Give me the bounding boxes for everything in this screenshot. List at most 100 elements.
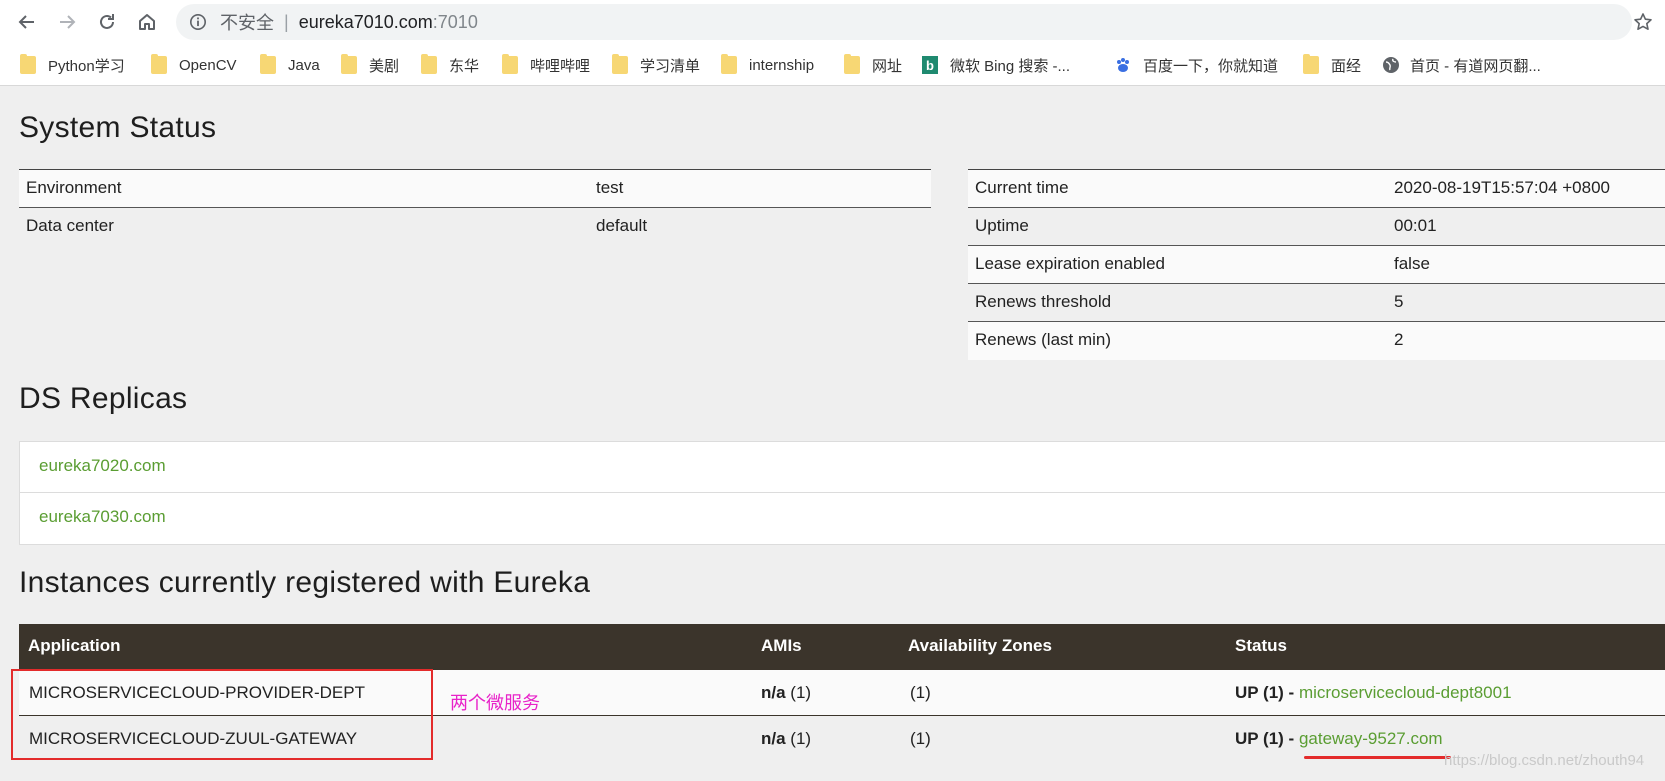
bookmark-star-button[interactable]: [1628, 7, 1658, 37]
system-status-right-table: Current time 2020-08-19T15:57:04 +0800 U…: [968, 169, 1665, 360]
bookmark-meiju[interactable]: 美剧: [341, 54, 399, 76]
home-button[interactable]: [132, 7, 162, 37]
amis-count: (1): [790, 729, 812, 748]
home-icon: [139, 14, 155, 30]
system-status-title: System Status: [19, 111, 217, 144]
bookmark-label: 百度一下，你就知道: [1143, 57, 1279, 75]
folder-icon: [1303, 54, 1319, 74]
row-key: Renews threshold: [975, 292, 1112, 311]
instance-link[interactable]: microservicecloud-dept8001: [1299, 683, 1512, 702]
table-row: Uptime 00:01: [968, 208, 1665, 246]
system-status-left-table: Environment test Data center default: [19, 169, 931, 246]
ds-replicas-title: DS Replicas: [19, 382, 188, 415]
watermark: https://blog.csdn.net/zhouth94: [1444, 752, 1645, 769]
bookmark-label: 学习清单: [640, 57, 701, 75]
star-icon: [1634, 13, 1652, 30]
folder-icon: [502, 54, 518, 74]
header-status: Status: [1235, 636, 1287, 655]
table-row: Current time 2020-08-19T15:57:04 +0800: [968, 170, 1665, 208]
row-value: 5: [1394, 292, 1404, 311]
amis-cell: n/a (1): [761, 729, 811, 749]
instance-link[interactable]: gateway-9527.com: [1299, 729, 1443, 748]
bookmark-donghua[interactable]: 东华: [421, 54, 479, 76]
folder-icon: [341, 54, 357, 74]
bookmark-bing[interactable]: b 微软 Bing 搜索 -...: [922, 54, 1070, 76]
bookmark-java[interactable]: Java: [260, 54, 320, 76]
folder-icon: [151, 54, 167, 74]
table-header: Application AMIs Availability Zones Stat…: [19, 624, 1665, 670]
bookmark-label: 美剧: [369, 57, 400, 75]
bookmark-label: Python学习: [48, 57, 125, 75]
row-key: Environment: [26, 178, 122, 197]
bookmark-baidu[interactable]: 百度一下，你就知道: [1115, 54, 1278, 76]
bookmark-label: 面经: [1331, 57, 1362, 75]
row-value: 2: [1394, 330, 1404, 349]
row-value: 2020-08-19T15:57:04 +0800: [1394, 178, 1610, 197]
row-key: Data center: [26, 216, 114, 235]
row-value: test: [596, 178, 624, 197]
reload-icon: [100, 14, 114, 29]
bookmark-label: 网址: [872, 57, 903, 75]
status-up: UP (1) -: [1235, 729, 1295, 748]
table-row: Environment test: [19, 170, 931, 208]
annotation-text: 两个微服务: [450, 693, 540, 713]
bookmark-youdao[interactable]: 首页 - 有道网页翻...: [1382, 54, 1541, 76]
bookmark-study-list[interactable]: 学习清单: [612, 54, 700, 76]
annotation-highlight-box: [11, 669, 433, 760]
header-amis: AMIs: [761, 636, 802, 655]
bookmark-label: Java: [288, 56, 320, 74]
back-button[interactable]: [12, 7, 42, 37]
baidu-paw-icon: [1115, 56, 1131, 74]
bookmark-label: internship: [749, 56, 815, 74]
row-key: Renews (last min): [975, 330, 1112, 349]
site-info-icon[interactable]: [188, 12, 208, 32]
row-value: default: [596, 216, 648, 235]
bookmark-bilibili[interactable]: 哔哩哔哩: [502, 54, 590, 76]
header-zones: Availability Zones: [908, 636, 1052, 655]
annotation-underline: [1304, 756, 1451, 759]
security-label: 不安全: [220, 13, 274, 33]
amis-value: n/a: [761, 683, 786, 702]
folder-icon: [20, 54, 36, 74]
row-value: false: [1394, 254, 1430, 273]
folder-icon: [612, 54, 628, 74]
bookmark-opencv[interactable]: OpenCV: [151, 54, 237, 76]
bookmark-internship[interactable]: internship: [721, 54, 814, 76]
address-bar[interactable]: 不安全 | eureka7010.com:7010: [176, 4, 1632, 40]
bookmark-label: 微软 Bing 搜索 -...: [950, 57, 1071, 75]
bookmark-label: 东华: [449, 57, 480, 75]
status-up: UP (1) -: [1235, 683, 1295, 702]
replica-link[interactable]: eureka7020.com: [39, 456, 166, 476]
folder-icon: [721, 54, 737, 74]
table-row: Renews threshold 5: [968, 284, 1665, 322]
folder-icon: [844, 54, 860, 74]
row-value: 00:01: [1394, 216, 1437, 235]
list-item: eureka7030.com: [20, 493, 1665, 544]
amis-value: n/a: [761, 729, 786, 748]
ds-replicas-list: eureka7020.com eureka7030.com: [19, 441, 1665, 545]
zones-cell: (1): [910, 729, 931, 748]
status-cell: UP (1) - gateway-9527.com: [1235, 729, 1443, 749]
bookmark-python[interactable]: Python学习: [20, 54, 125, 76]
address-separator: |: [284, 11, 289, 32]
address-port: :7010: [432, 11, 478, 32]
reload-button[interactable]: [92, 7, 122, 37]
table-row: Renews (last min) 2: [968, 322, 1665, 360]
replica-link[interactable]: eureka7030.com: [39, 507, 166, 527]
amis-count: (1): [790, 683, 812, 702]
bookmark-mianjing[interactable]: 面经: [1303, 54, 1361, 76]
bookmark-label: OpenCV: [179, 56, 237, 74]
list-item: eureka7020.com: [20, 442, 1665, 493]
bookmarks-bar: Python学习 OpenCV Java 美剧 东华 哔哩哔哩 学习清单 int…: [0, 44, 1665, 86]
status-cell: UP (1) - microservicecloud-dept8001: [1235, 683, 1512, 703]
bookmark-label: 首页 - 有道网页翻...: [1410, 57, 1541, 75]
forward-button[interactable]: [52, 7, 82, 37]
globe-icon: [1382, 56, 1399, 74]
zones-cell: (1): [910, 683, 931, 702]
address-host: eureka7010.com: [298, 11, 433, 32]
instances-title: Instances currently registered with Eure…: [19, 566, 591, 599]
row-key: Lease expiration enabled: [975, 254, 1165, 273]
browser-toolbar: 不安全 | eureka7010.com:7010: [0, 0, 1665, 44]
bookmark-urls[interactable]: 网址: [844, 54, 902, 76]
row-key: Uptime: [975, 216, 1029, 235]
